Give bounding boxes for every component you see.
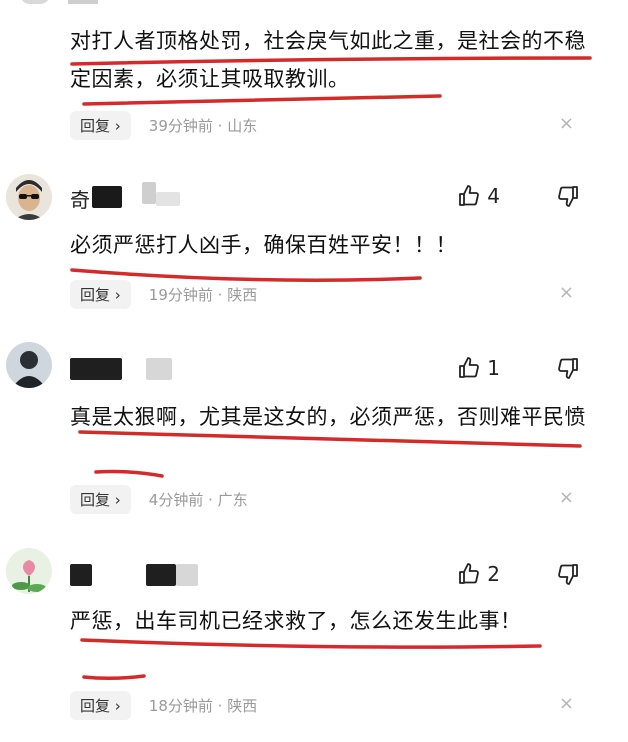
close-icon[interactable]: × xyxy=(559,282,574,303)
comment-meta: 回复 › 39分钟前 · 山东 xyxy=(70,108,257,142)
comment-text: 对打人者顶格处罚，社会戾气如此之重，是社会的不稳定因素，必须让其吸取教训。 xyxy=(70,29,586,91)
close-icon[interactable]: × xyxy=(559,487,574,508)
avatar[interactable] xyxy=(6,174,52,220)
like-button[interactable]: 2 xyxy=(457,562,500,586)
reply-button[interactable]: 回复 › xyxy=(70,279,131,309)
thumbs-up-icon xyxy=(459,185,480,206)
like-count: 4 xyxy=(487,184,500,208)
avatar[interactable] xyxy=(6,548,52,594)
underline-stroke xyxy=(94,469,164,478)
thumbs-down-icon xyxy=(558,358,578,379)
like-count: 1 xyxy=(487,356,500,380)
like-button[interactable]: 1 xyxy=(457,356,500,380)
previous-comment-header-cropped xyxy=(0,0,628,10)
comment-text: 必须严惩打人凶手，确保百姓平安！！！ xyxy=(70,233,457,257)
timestamp-location: 18分钟前 · 陕西 xyxy=(148,696,258,715)
thumbs-up-icon xyxy=(459,563,480,584)
thumbs-down-icon xyxy=(558,564,578,585)
name-cropped xyxy=(68,0,98,4)
reply-button[interactable]: 回复 › xyxy=(70,690,131,720)
underline-stroke xyxy=(80,638,542,649)
comment-text: 真是太狠啊，尤其是这女的，必须严惩，否则难平民愤 xyxy=(70,405,586,429)
thumbs-down-icon xyxy=(558,186,578,207)
comment-meta: 回复 › 4分钟前 · 广东 xyxy=(70,482,248,516)
comment-meta: 回复 › 19分钟前 · 陕西 xyxy=(70,277,257,311)
reply-button[interactable]: 回复 › xyxy=(70,110,131,140)
username-redacted[interactable]: 奇 xyxy=(70,182,190,212)
username-redacted[interactable] xyxy=(70,358,180,380)
comment-meta: 回复 › 18分钟前 · 陕西 xyxy=(70,688,257,722)
timestamp-location: 4分钟前 · 广东 xyxy=(148,490,248,509)
like-button[interactable]: 4 xyxy=(457,184,500,208)
like-count: 2 xyxy=(487,562,500,586)
timestamp-location: 19分钟前 · 陕西 xyxy=(148,285,258,304)
avatar-cropped xyxy=(20,0,50,4)
username-redacted[interactable] xyxy=(70,564,200,586)
timestamp-location: 39分钟前 · 山东 xyxy=(148,116,258,135)
reply-button[interactable]: 回复 › xyxy=(70,484,131,514)
dislike-button[interactable] xyxy=(556,184,580,208)
dislike-button[interactable] xyxy=(556,356,580,380)
underline-stroke xyxy=(82,674,146,681)
comment-text: 严惩，出车司机已经求救了，怎么还发生此事！ xyxy=(70,609,522,633)
avatar[interactable] xyxy=(6,342,52,388)
close-icon[interactable]: × xyxy=(559,693,574,714)
thumbs-up-icon xyxy=(459,357,480,378)
dislike-button[interactable] xyxy=(556,562,580,586)
close-icon[interactable]: × xyxy=(559,113,574,134)
